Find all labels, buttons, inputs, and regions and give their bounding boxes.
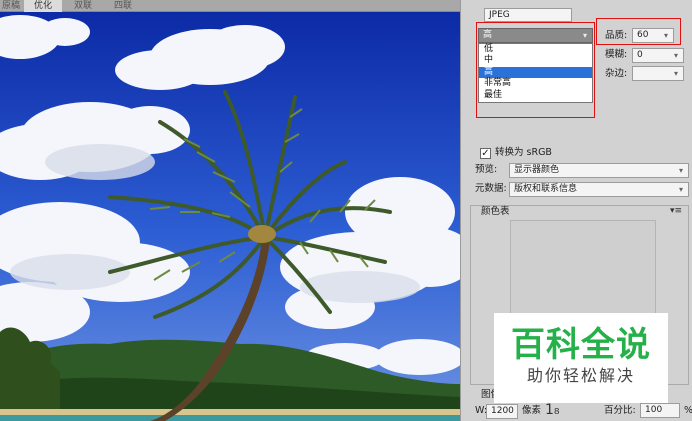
format-value: JPEG xyxy=(489,10,510,20)
format-select[interactable]: JPEG xyxy=(484,8,572,22)
quality-option-very-high[interactable]: 非常高 xyxy=(479,78,592,89)
tab-4-up[interactable]: 四联 xyxy=(104,0,142,12)
percent-label: 百分比: xyxy=(604,405,636,416)
quality-option-high[interactable]: 高 xyxy=(479,66,592,79)
tab-original[interactable]: 原稿 xyxy=(0,0,22,12)
blur-label: 模糊: xyxy=(605,49,628,60)
quality-preset-value: 高 xyxy=(483,30,493,40)
preview-select[interactable]: 显示器颜色 ▾ xyxy=(509,163,689,178)
convert-srgb-label: 转换为 sRGB xyxy=(495,147,552,158)
image-preview[interactable] xyxy=(0,12,460,421)
width-value: 1200 xyxy=(491,406,514,416)
color-table-title: 颜色表 xyxy=(481,206,510,217)
metadata-label: 元数据: xyxy=(475,183,507,194)
palm-tree-photo xyxy=(0,12,460,421)
quality-preset-dropdown[interactable]: 低 中 高 非常高 最佳 xyxy=(478,43,593,103)
watermark-title: 百科全说 xyxy=(511,325,651,365)
chevron-down-icon: ▾ xyxy=(678,185,683,194)
chevron-down-icon: ▾ xyxy=(663,31,668,40)
metadata-value: 版权和联系信息 xyxy=(514,184,578,194)
percent-unit: % xyxy=(684,404,692,418)
percent-value: 100 xyxy=(645,405,663,415)
matte-select[interactable]: ▾ xyxy=(632,66,684,81)
quality-label: 品质: xyxy=(605,30,628,41)
link-icon[interactable]: 1₈ xyxy=(545,402,560,418)
panel-menu-icon[interactable]: ▾≡ xyxy=(670,206,682,216)
chevron-down-icon: ▾ xyxy=(673,69,678,78)
watermark-subtitle: 助你轻松解决 xyxy=(526,366,635,385)
quality-input[interactable]: 60 ▾ xyxy=(632,28,674,43)
tab-optimized[interactable]: 优化 xyxy=(24,0,62,12)
quality-option-low[interactable]: 低 xyxy=(479,44,592,55)
blur-input[interactable]: 0 ▾ xyxy=(632,48,684,63)
percent-input[interactable]: 100 xyxy=(640,403,680,418)
width-unit: 像素 xyxy=(522,405,542,416)
quality-preset-select[interactable]: 高 ▾ xyxy=(478,28,593,43)
watermark-logo: 百科全说 助你轻松解决 xyxy=(494,313,668,403)
width-input[interactable]: 1200 xyxy=(486,404,518,419)
quality-value: 60 xyxy=(637,30,649,40)
metadata-select[interactable]: 版权和联系信息 ▾ xyxy=(509,182,689,197)
quality-option-best[interactable]: 最佳 xyxy=(479,90,592,101)
chevron-down-icon: ▾ xyxy=(673,51,678,60)
preview-value: 显示器颜色 xyxy=(514,165,560,175)
blur-value: 0 xyxy=(637,50,643,60)
matte-label: 杂边: xyxy=(605,68,628,79)
chevron-down-icon: ▾ xyxy=(678,166,683,175)
tab-2-up[interactable]: 双联 xyxy=(64,0,102,12)
chevron-down-icon: ▾ xyxy=(582,31,587,40)
view-tab-bar: 原稿 优化 双联 四联 xyxy=(0,0,460,12)
preview-label: 预览: xyxy=(475,164,498,175)
quality-option-medium[interactable]: 中 xyxy=(479,55,592,66)
convert-srgb-checkbox[interactable]: ✓ xyxy=(480,148,491,159)
checkmark-icon: ✓ xyxy=(481,148,490,159)
